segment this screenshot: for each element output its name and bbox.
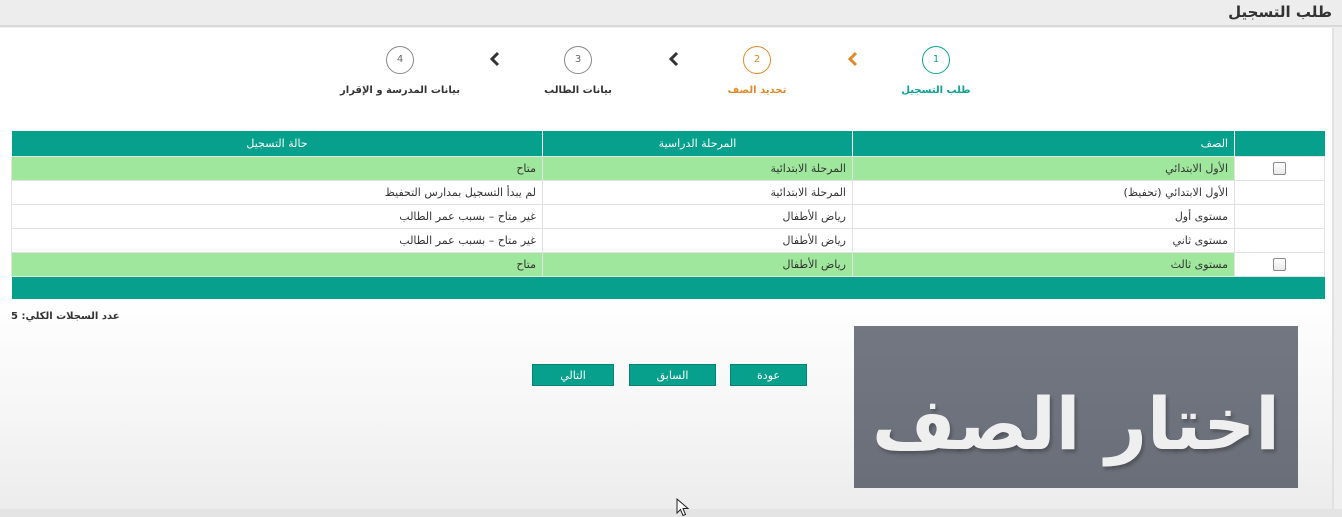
page-header: طلب التسجيل bbox=[0, 0, 1342, 27]
grades-table: الصف المرحلة الدراسية حالة التسجيل الأول… bbox=[11, 131, 1325, 299]
step-1-label: طلب التسجيل bbox=[901, 85, 971, 96]
mouse-cursor-icon bbox=[676, 498, 690, 517]
select-cell bbox=[1234, 155, 1325, 181]
select-cell bbox=[1234, 203, 1325, 229]
step-3-number: 3 bbox=[564, 46, 592, 74]
status-cell: غير متاح – بسبب عمر الطالب bbox=[11, 203, 543, 229]
table-row[interactable]: مستوى ثالث رياض الأطفال متاح bbox=[11, 251, 1325, 277]
row-checkbox[interactable] bbox=[1273, 257, 1286, 271]
chevron-left-icon bbox=[489, 51, 500, 67]
stage-cell: رياض الأطفال bbox=[542, 251, 853, 277]
step-4-label: بيانات المدرسة و الإقرار bbox=[340, 85, 460, 96]
caption-text: اختار الصف bbox=[872, 382, 1280, 466]
chevron-left-icon bbox=[847, 51, 858, 67]
status-cell: غير متاح – بسبب عمر الطالب bbox=[11, 227, 543, 253]
stage-column-header[interactable]: المرحلة الدراسية bbox=[542, 131, 853, 156]
step-1-number: 1 bbox=[922, 46, 950, 74]
status-column-header[interactable]: حالة التسجيل bbox=[11, 131, 543, 156]
select-cell bbox=[1234, 179, 1325, 205]
grade-cell: الأول الابتدائي (تحفيظ) bbox=[852, 179, 1235, 205]
status-cell: متاح bbox=[11, 155, 543, 181]
step-4-number: 4 bbox=[386, 46, 414, 74]
step-3-label: بيانات الطالب bbox=[544, 85, 612, 96]
wizard-step-3[interactable]: 3 بيانات الطالب bbox=[508, 46, 648, 96]
table-row: مستوى ثاني رياض الأطفال غير متاح – بسبب … bbox=[11, 227, 1325, 253]
grade-cell: مستوى أول bbox=[852, 203, 1235, 229]
row-checkbox[interactable] bbox=[1273, 161, 1286, 175]
wizard-step-2[interactable]: 2 تحديد الصف bbox=[687, 46, 827, 96]
step-2-number: 2 bbox=[743, 46, 771, 74]
stage-cell: رياض الأطفال bbox=[542, 203, 853, 229]
grade-column-header[interactable]: الصف bbox=[852, 131, 1235, 156]
stage-cell: رياض الأطفال bbox=[542, 227, 853, 253]
select-column-header bbox=[1234, 131, 1325, 156]
grade-cell: الأول الابتدائي bbox=[852, 155, 1235, 181]
select-cell bbox=[1234, 227, 1325, 253]
wizard-step-4[interactable]: 4 بيانات المدرسة و الإقرار bbox=[330, 46, 470, 96]
step-2-label: تحديد الصف bbox=[727, 85, 787, 96]
wizard-step-1[interactable]: 1 طلب التسجيل bbox=[866, 46, 1006, 96]
next-button[interactable]: التالي bbox=[532, 364, 614, 386]
grade-cell: مستوى ثاني bbox=[852, 227, 1235, 253]
page-title: طلب التسجيل bbox=[1228, 3, 1332, 21]
table-row: الأول الابتدائي (تحفيظ) المرحلة الابتدائ… bbox=[11, 179, 1325, 205]
stage-cell: المرحلة الابتدائية bbox=[542, 155, 853, 181]
chevron-left-icon bbox=[668, 51, 679, 67]
stage-cell: المرحلة الابتدائية bbox=[542, 179, 853, 205]
table-row[interactable]: الأول الابتدائي المرحلة الابتدائية متاح bbox=[11, 155, 1325, 181]
status-cell: لم يبدأ التسجيل بمدارس التحفيظ bbox=[11, 179, 543, 205]
previous-button[interactable]: السابق bbox=[629, 364, 716, 386]
caption-overlay: اختار الصف bbox=[854, 326, 1298, 488]
grade-cell: مستوى ثالث bbox=[852, 251, 1235, 277]
panel-bottom-border bbox=[0, 509, 1342, 517]
back-button[interactable]: عودة bbox=[730, 364, 807, 386]
select-cell bbox=[1234, 251, 1325, 277]
table-header-row: الصف المرحلة الدراسية حالة التسجيل bbox=[11, 131, 1325, 156]
status-cell: متاح bbox=[11, 251, 543, 277]
table-footer-bar bbox=[11, 276, 1325, 299]
table-footer bbox=[11, 276, 1325, 299]
table-row: مستوى أول رياض الأطفال غير متاح – بسبب ع… bbox=[11, 203, 1325, 229]
record-count: عدد السجلات الكلي: 5 bbox=[11, 311, 120, 322]
